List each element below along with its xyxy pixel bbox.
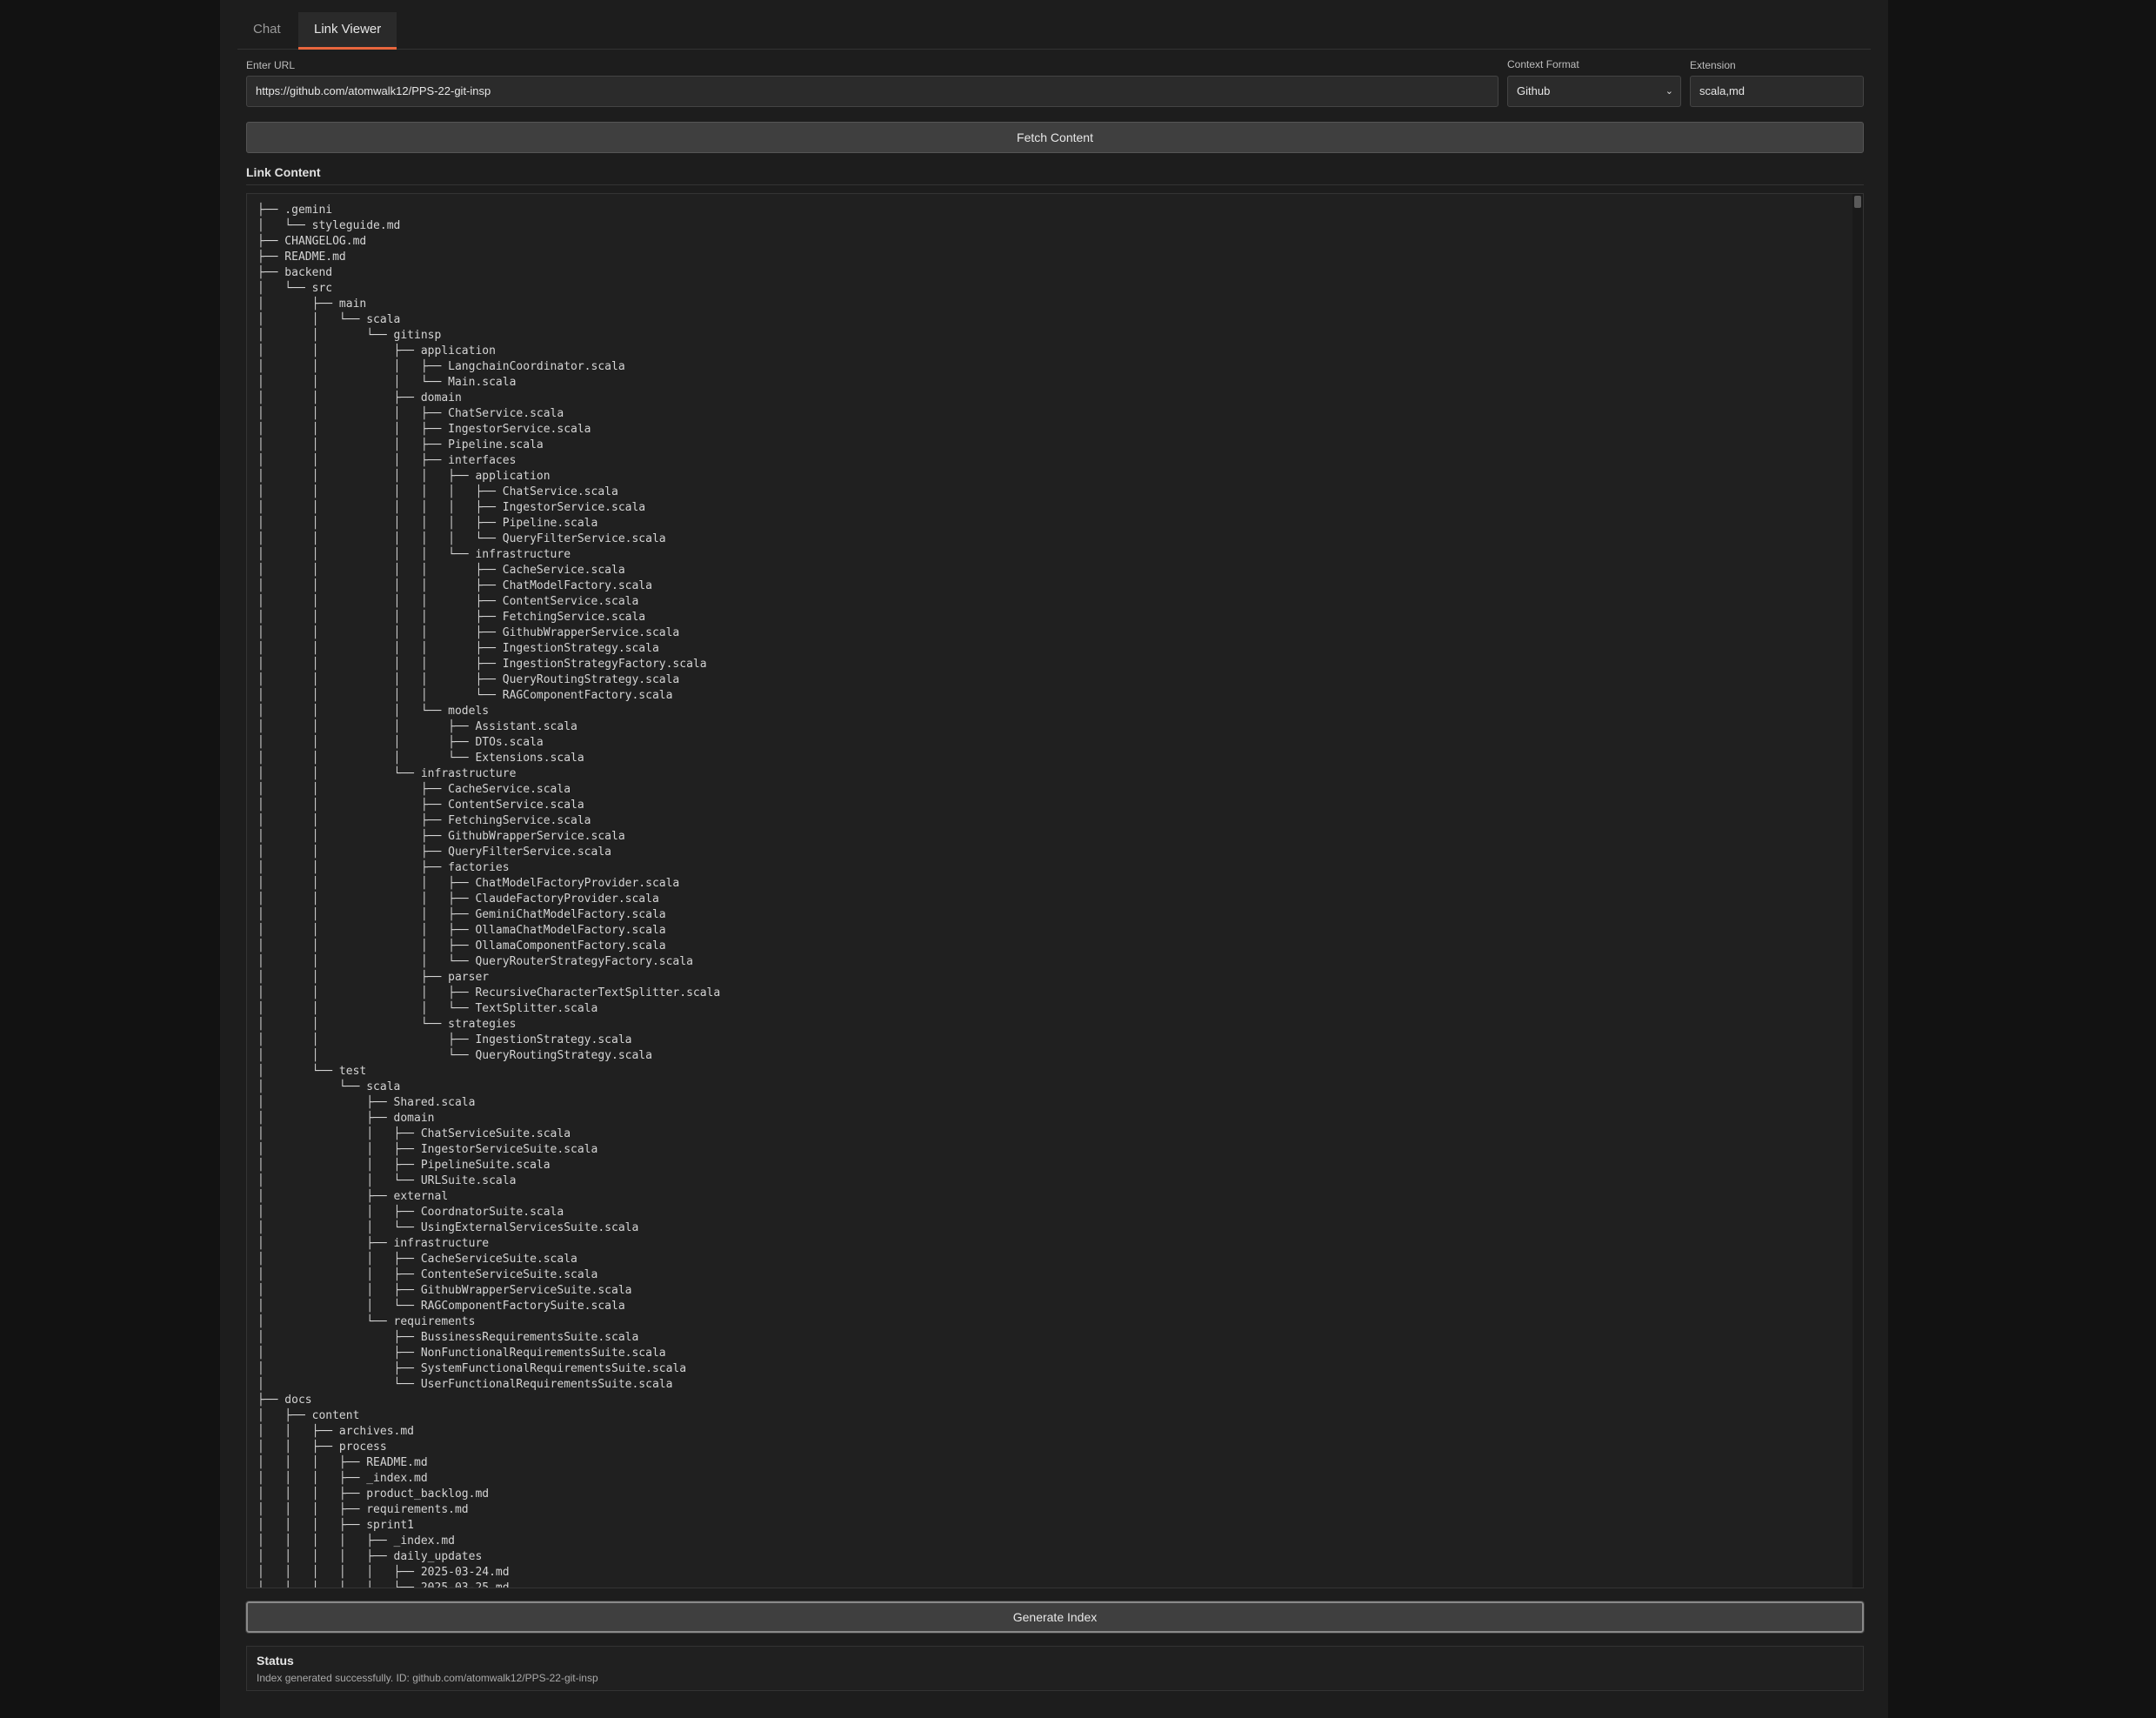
tab-link-viewer[interactable]: Link Viewer — [298, 12, 397, 50]
chevron-down-icon: ⌄ — [1665, 86, 1673, 97]
context-format-label: Context Format — [1507, 58, 1579, 70]
tab-chat[interactable]: Chat — [237, 12, 297, 47]
link-content-panel[interactable]: ├── .gemini │ └── styleguide.md ├── CHAN… — [246, 193, 1864, 1588]
app-window: Chat Link Viewer Enter URL https://githu… — [220, 0, 1888, 1718]
divider — [246, 184, 1864, 185]
tab-bar: Chat Link Viewer — [237, 12, 1871, 50]
extension-input[interactable]: scala,md — [1690, 76, 1864, 107]
context-format-value: Github — [1517, 84, 1551, 97]
url-label: Enter URL — [246, 59, 296, 71]
file-tree: ├── .gemini │ └── styleguide.md ├── CHAN… — [257, 204, 721, 1588]
url-input[interactable]: https://github.com/atomwalk12/PPS-22-git… — [246, 76, 1499, 107]
status-panel: Status Index generated successfully. ID:… — [246, 1646, 1864, 1691]
generate-index-button[interactable]: Generate Index — [245, 1601, 1865, 1634]
extension-label: Extension — [1690, 59, 1736, 71]
fetch-content-button[interactable]: Fetch Content — [246, 122, 1864, 153]
context-format-select[interactable]: Github ⌄ — [1507, 76, 1681, 107]
status-title: Status — [257, 1654, 294, 1668]
scrollbar-thumb[interactable] — [1854, 196, 1861, 208]
scrollbar[interactable] — [1852, 194, 1863, 1588]
link-content-title: Link Content — [246, 165, 321, 179]
status-message: Index generated successfully. ID: github… — [257, 1672, 598, 1684]
